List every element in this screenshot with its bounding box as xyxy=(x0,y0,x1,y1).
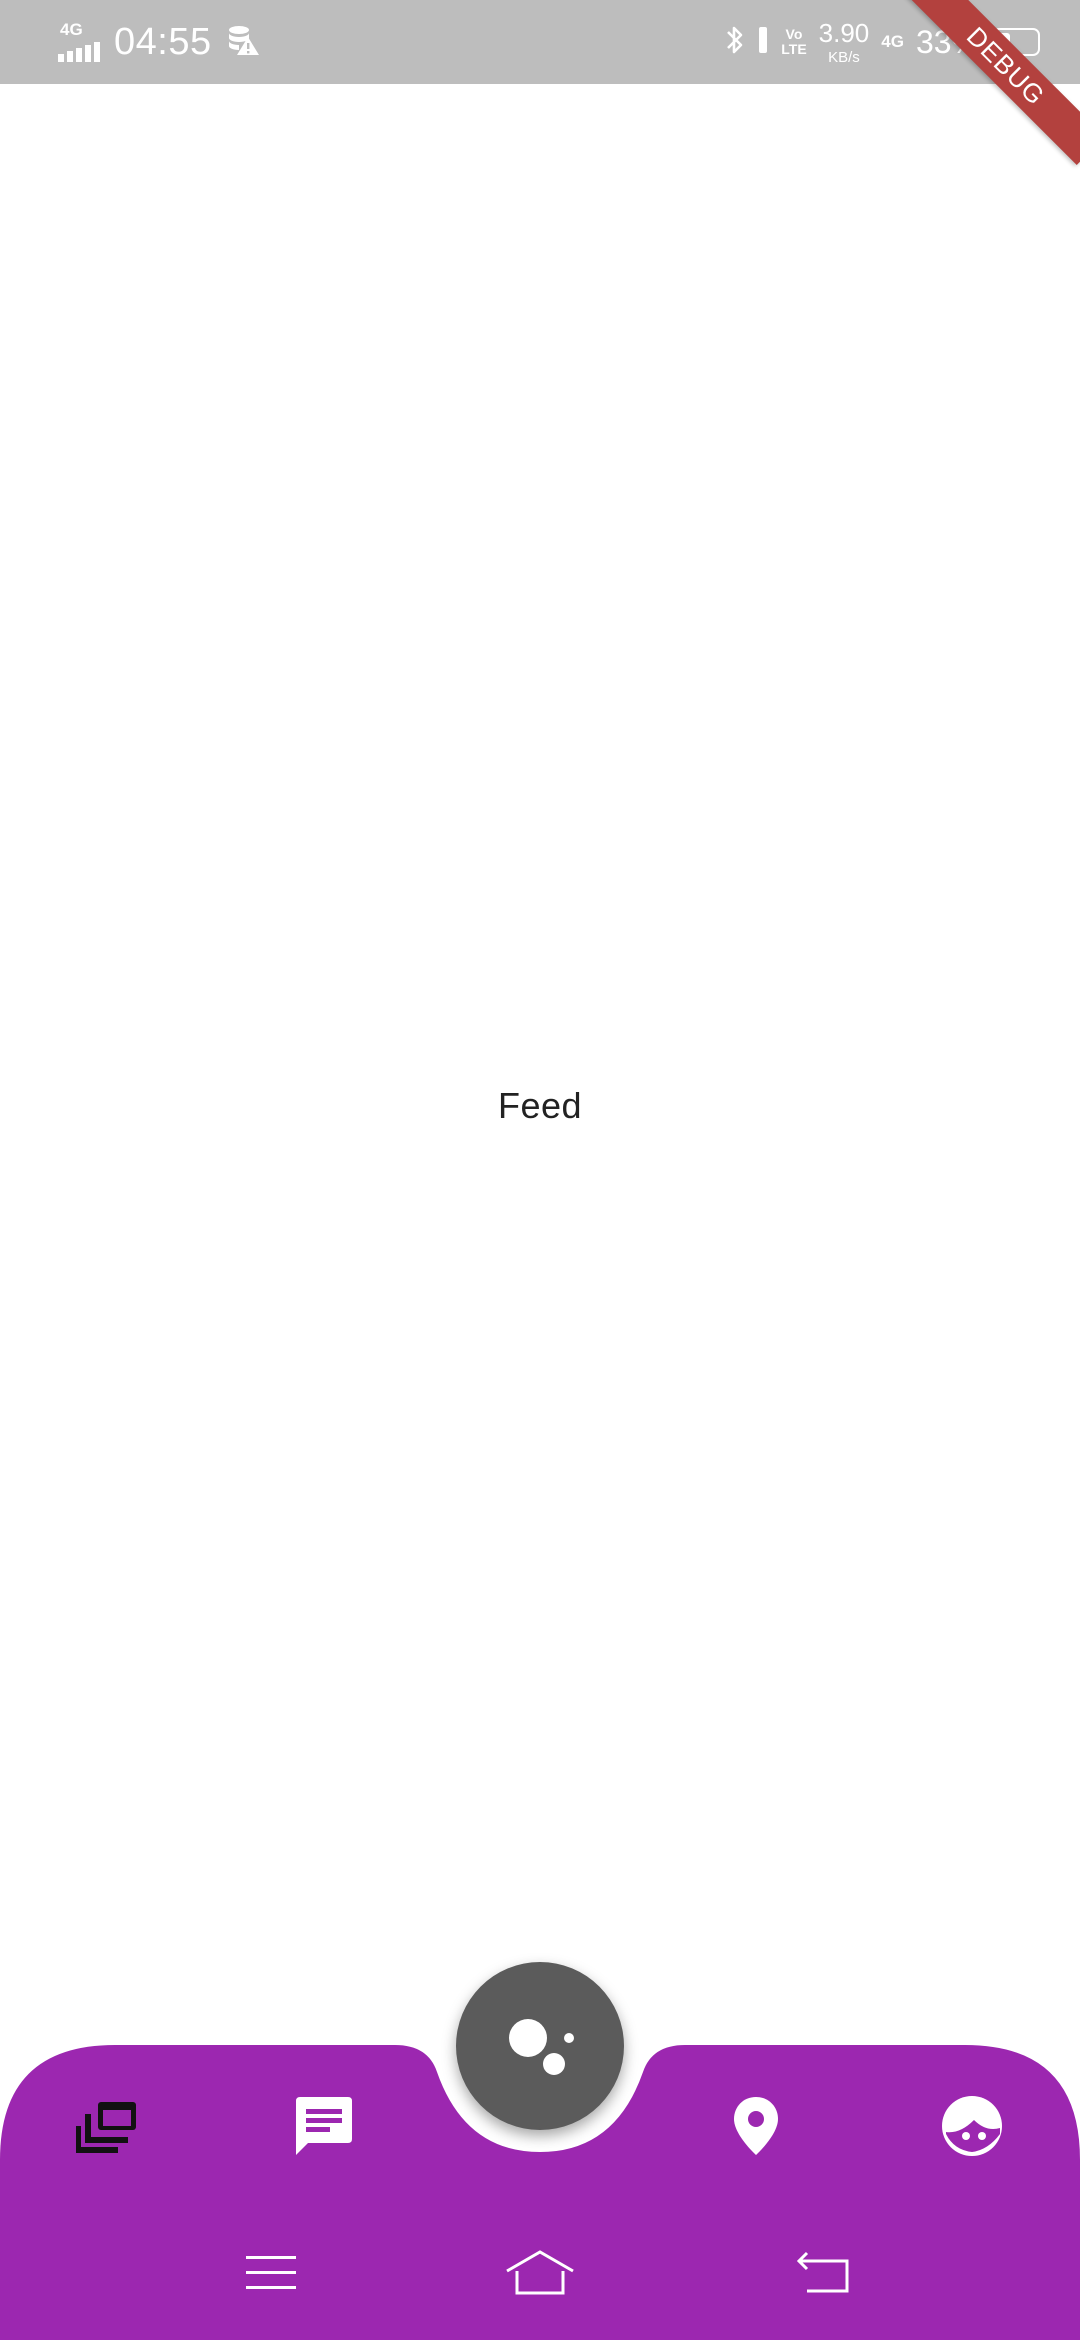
nav-item-feed[interactable] xyxy=(63,2083,153,2173)
face-icon xyxy=(940,2094,1004,2163)
network-type-left: 4G xyxy=(60,20,83,39)
bubbles-icon xyxy=(509,2019,574,2075)
home-icon xyxy=(505,2249,575,2302)
system-back-button[interactable] xyxy=(788,2245,858,2305)
location-pin-icon xyxy=(732,2095,780,2162)
system-menu-button[interactable] xyxy=(236,2245,306,2305)
center-action-button[interactable] xyxy=(456,1962,624,2130)
nav-item-profile[interactable] xyxy=(927,2083,1017,2173)
status-bar: 4G 04:55 Vo LTE 3.90 KB/s 4G 33% xyxy=(0,0,1080,84)
nav-item-messages[interactable] xyxy=(279,2083,369,2173)
back-icon xyxy=(795,2251,851,2300)
network-type-right: 4G xyxy=(881,32,904,51)
page-title: Feed xyxy=(497,1085,583,1126)
clock: 04:55 xyxy=(114,20,212,63)
dynamic-feed-icon xyxy=(75,2098,140,2159)
nav-item-location[interactable] xyxy=(711,2083,801,2173)
signal-icon: 4G xyxy=(58,20,102,62)
network-speed: 3.90 KB/s xyxy=(818,17,870,66)
system-home-button[interactable] xyxy=(505,2245,575,2305)
vibrate-icon xyxy=(757,25,769,60)
menu-icon xyxy=(245,2253,297,2298)
message-icon xyxy=(292,2095,356,2162)
bluetooth-icon xyxy=(725,23,745,62)
data-saver-icon xyxy=(226,23,260,62)
volte-indicator: Vo LTE xyxy=(781,26,807,57)
